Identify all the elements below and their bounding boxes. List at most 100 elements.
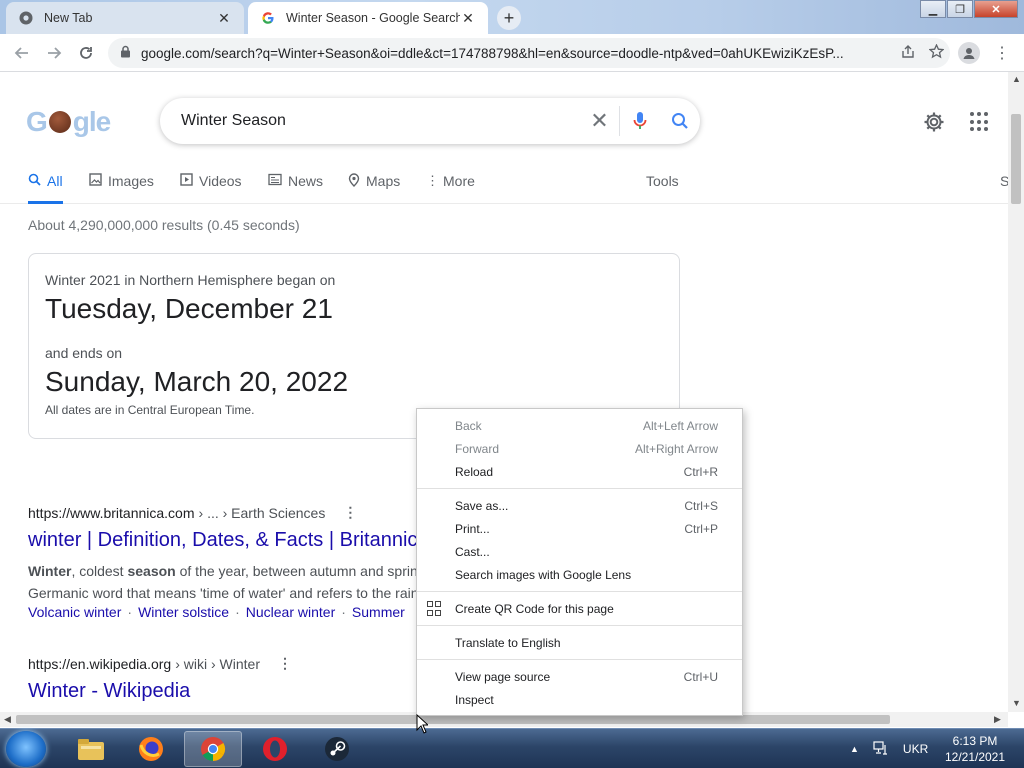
search-icon (28, 173, 41, 189)
news-icon (268, 173, 282, 189)
start-button[interactable] (6, 731, 46, 767)
tab-title: Winter Season - Google Search (286, 11, 460, 25)
map-pin-icon (348, 173, 360, 190)
tab-maps[interactable]: Maps (348, 168, 400, 204)
safesearch-edge-label[interactable]: S (1000, 173, 1008, 189)
tools-button[interactable]: Tools (646, 173, 679, 189)
close-window-button[interactable]: ✕ (974, 0, 1018, 18)
menu-label: Reload (455, 464, 494, 479)
network-icon[interactable] (873, 740, 889, 758)
chrome-icon[interactable] (184, 731, 242, 767)
menu-item-forward[interactable]: Forward Alt+Right Arrow (417, 437, 742, 460)
menu-item-cast[interactable]: Cast... (417, 540, 742, 563)
menu-item-print[interactable]: Print... Ctrl+P (417, 517, 742, 540)
sitelink[interactable]: Volcanic winter (28, 604, 121, 620)
opera-icon[interactable] (246, 731, 304, 767)
tab-winter-season[interactable]: Winter Season - Google Search ✕ (248, 2, 488, 34)
qr-code-icon (427, 601, 442, 616)
profile-avatar-icon[interactable] (958, 42, 980, 64)
tab-label: Videos (199, 173, 242, 189)
browser-tab-strip: New Tab ✕ Winter Season - Google Search … (0, 0, 1024, 34)
chrome-icon (18, 10, 34, 26)
menu-item-inspect[interactable]: Inspect (417, 688, 742, 711)
menu-item-reload[interactable]: Reload Ctrl+R (417, 460, 742, 483)
explorer-icon[interactable] (62, 731, 120, 767)
answer-ends-label: and ends on (45, 345, 123, 361)
scroll-down-arrow-icon[interactable]: ▼ (1012, 698, 1021, 708)
new-tab-button[interactable]: + (497, 6, 521, 30)
menu-separator (417, 625, 742, 626)
result-breadcrumb: › wiki › Winter (175, 655, 260, 672)
microphone-icon[interactable] (620, 111, 660, 131)
chrome-menu-icon[interactable]: ⋮ (992, 42, 1012, 64)
bookmark-star-icon[interactable] (922, 43, 950, 62)
tab-news[interactable]: News (268, 168, 323, 204)
result-breadcrumb: › ... › Earth Sciences (198, 504, 326, 521)
menu-item-view-source[interactable]: View page source Ctrl+U (417, 665, 742, 688)
browser-toolbar: google.com/search?q=Winter+Season&oi=ddl… (0, 34, 1024, 72)
close-tab-icon[interactable]: ✕ (460, 10, 476, 27)
url-text: google.com/search?q=Winter+Season&oi=ddl… (141, 45, 844, 61)
answer-intro: Winter 2021 in Northern Hemisphere began… (45, 272, 336, 288)
menu-label: Print... (455, 521, 490, 536)
search-input[interactable]: Winter Season (181, 112, 580, 130)
search-box[interactable]: Winter Season ✕ (160, 98, 700, 144)
close-tab-icon[interactable]: ✕ (216, 10, 232, 27)
google-g-icon (260, 10, 276, 26)
tab-new-tab[interactable]: New Tab ✕ (6, 2, 244, 34)
windows-taskbar: ▲ UKR 6:13 PM 12/21/2021 (0, 728, 1024, 768)
minimize-button[interactable]: ▁ (920, 0, 946, 18)
settings-gear-icon[interactable] (922, 110, 946, 134)
tab-more[interactable]: ⋮ More (426, 168, 475, 204)
window-controls: ▁ ❐ ✕ (919, 0, 1018, 18)
lock-icon[interactable] (120, 45, 131, 61)
menu-shortcut: Alt+Left Arrow (642, 418, 718, 433)
firefox-icon[interactable] (122, 731, 180, 767)
share-icon[interactable] (894, 44, 922, 62)
tab-title: New Tab (44, 11, 93, 25)
tab-videos[interactable]: Videos (180, 168, 242, 204)
back-arrow-icon[interactable] (10, 41, 34, 65)
sitelink[interactable]: Nuclear winter (246, 604, 335, 620)
menu-item-google-lens[interactable]: Search images with Google Lens (417, 563, 742, 586)
address-bar[interactable]: google.com/search?q=Winter+Season&oi=ddl… (108, 38, 950, 68)
snippet-bold: Winter (28, 563, 72, 579)
tab-images[interactable]: Images (89, 168, 154, 204)
menu-separator (417, 488, 742, 489)
tab-label: Images (108, 173, 154, 189)
restore-button[interactable]: ❐ (947, 0, 973, 18)
menu-item-save-as[interactable]: Save as... Ctrl+S (417, 494, 742, 517)
forward-arrow-icon[interactable] (42, 41, 66, 65)
search-icon[interactable] (660, 112, 700, 130)
system-clock[interactable]: 6:13 PM 12/21/2021 (940, 733, 1010, 765)
sitelink[interactable]: Winter solstice (138, 604, 229, 620)
clock-time: 6:13 PM (952, 734, 998, 748)
vertical-scroll-thumb[interactable] (1011, 114, 1021, 204)
menu-item-back[interactable]: Back Alt+Left Arrow (417, 414, 742, 437)
clear-search-icon[interactable]: ✕ (580, 106, 620, 136)
horizontal-scroll-thumb[interactable] (16, 715, 890, 724)
result-site-url[interactable]: https://en.wikipedia.org (28, 656, 171, 672)
result-options-icon[interactable]: ⋮ (343, 504, 357, 521)
vertical-scrollbar[interactable]: ▲ ▼ (1008, 72, 1024, 712)
scroll-left-arrow-icon[interactable]: ◀ (4, 714, 11, 725)
scroll-up-arrow-icon[interactable]: ▲ (1012, 74, 1021, 84)
menu-item-qr-code[interactable]: Create QR Code for this page (417, 597, 742, 620)
steam-icon[interactable] (308, 731, 366, 767)
result-options-icon[interactable]: ⋮ (278, 655, 292, 672)
menu-shortcut: Ctrl+P (684, 521, 718, 536)
result-site-url[interactable]: https://www.britannica.com (28, 505, 195, 521)
show-hidden-icons-icon[interactable]: ▲ (850, 744, 859, 754)
tab-all[interactable]: All (28, 168, 63, 204)
menu-item-translate[interactable]: Translate to English (417, 631, 742, 654)
language-indicator[interactable]: UKR (903, 742, 928, 756)
end-date: Sunday, March 20, 2022 (45, 366, 349, 397)
sitelink[interactable]: Summer (352, 604, 405, 620)
reload-icon[interactable] (74, 41, 98, 65)
google-apps-icon[interactable] (970, 112, 990, 132)
video-icon (180, 173, 193, 189)
scroll-right-arrow-icon[interactable]: ▶ (994, 714, 1001, 725)
google-doodle-logo[interactable]: Ggle (26, 104, 116, 140)
menu-separator (417, 591, 742, 592)
result-stats: About 4,290,000,000 results (0.45 second… (28, 217, 300, 233)
